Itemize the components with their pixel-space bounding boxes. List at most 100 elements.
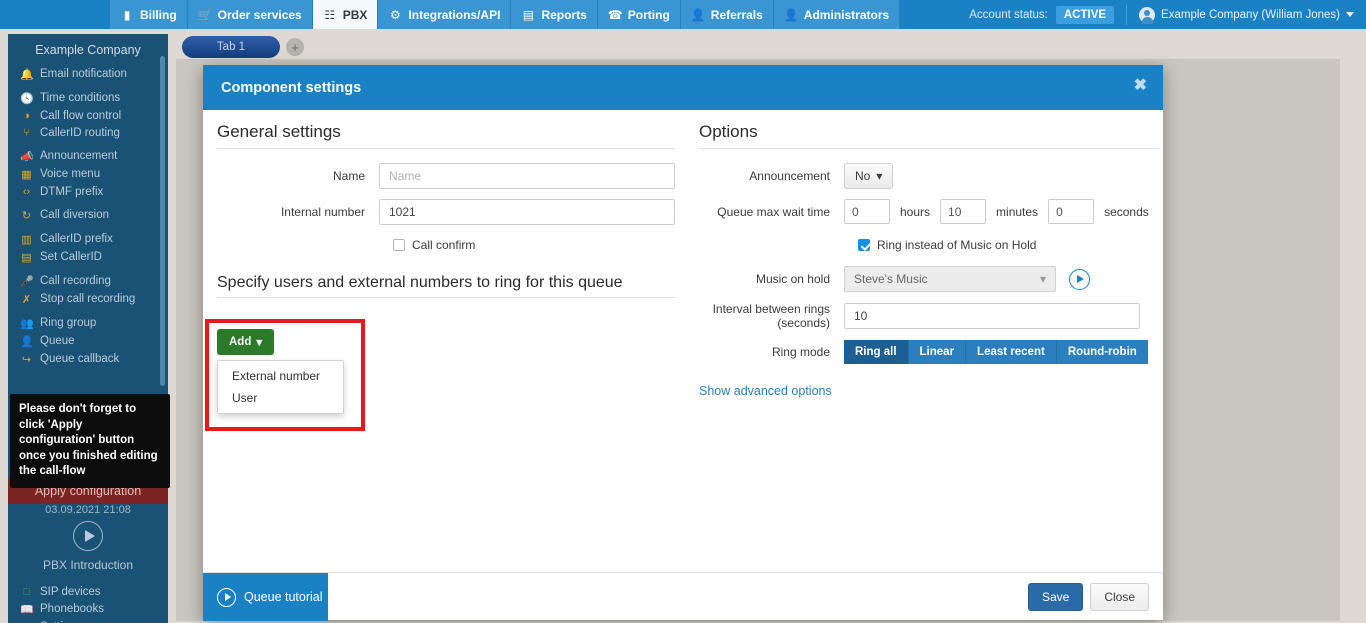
pbx-intro-label: PBX Introduction: [42, 558, 134, 572]
mic-off-icon: ✗: [21, 293, 32, 306]
sidebar-company-title: Example Company: [35, 43, 141, 57]
chevron-down-icon: ▾: [876, 169, 883, 183]
internal-number-input[interactable]: [379, 199, 675, 225]
add-menu-item-external-number[interactable]: External number: [218, 365, 343, 387]
show-advanced-options-link[interactable]: Show advanced options: [699, 384, 1159, 398]
sidebar-item-queue[interactable]: 👤 Queue: [8, 332, 168, 350]
top-nav-tab-integrations-api[interactable]: ⚙ Integrations/API: [378, 0, 512, 29]
music-on-hold-play-button[interactable]: [1069, 268, 1090, 290]
queue-wait-seconds-input[interactable]: [1048, 199, 1095, 224]
sidebar-item-ring-group[interactable]: 👥 Ring group: [8, 314, 168, 332]
sidebar-item-callerid-prefix[interactable]: ▥ CallerID prefix: [8, 230, 168, 248]
report-icon: ▤: [522, 7, 535, 22]
sidebar-item-call-flow-control[interactable]: ◑ Call flow control: [8, 107, 168, 124]
sidebar-item-phonebooks[interactable]: 📖 Phonebooks: [8, 600, 168, 618]
music-on-hold-select[interactable]: Steve's Music ▾: [844, 266, 1056, 292]
add-button-label: Add: [229, 336, 252, 348]
sidebar-item-announcement[interactable]: 📣 Announcement: [8, 147, 168, 165]
ring-instead-row[interactable]: Ring instead of Music on Hold: [858, 238, 1159, 252]
dialog-header: Component settings ✖: [203, 65, 1163, 110]
sidebar-item-set-callerid[interactable]: ▤ Set CallerID: [8, 248, 168, 266]
close-button[interactable]: Close: [1090, 583, 1149, 611]
specify-users-heading: Specify users and external numbers to ri…: [217, 274, 675, 298]
account-status-badge: ACTIVE: [1055, 5, 1115, 24]
sidebar-item-settings[interactable]: ⚙Settings: [8, 618, 168, 623]
top-nav-tab-porting[interactable]: ☎ Porting: [597, 0, 681, 29]
sidebar-item-call-diversion[interactable]: ↻ Call diversion: [8, 206, 168, 224]
ring-mode-ring-all[interactable]: Ring all: [844, 340, 909, 364]
sidebar-item-label: Call recording: [40, 275, 111, 287]
hours-unit-label: hours: [900, 204, 931, 219]
dialog-footer: Queue tutorial Save Close: [203, 572, 1163, 621]
top-nav-tab-label: PBX: [342, 7, 368, 22]
ring-instead-checkbox[interactable]: [858, 239, 870, 251]
add-button[interactable]: Add ▾: [217, 329, 275, 355]
cart-icon: 🛒: [197, 7, 213, 22]
announcement-dropdown[interactable]: No ▾: [844, 163, 894, 189]
queue-max-wait-row: Queue max wait time hours minutes second…: [699, 199, 1159, 224]
top-nav-tab-administrators[interactable]: 👤 Administrators: [773, 0, 901, 29]
avatar-icon: [1139, 6, 1156, 24]
workspace-tab-strip: Tab 1 +: [176, 33, 1338, 59]
save-button[interactable]: Save: [1027, 583, 1084, 611]
interval-between-rings-input[interactable]: [844, 303, 1140, 329]
queue-wait-minutes-input[interactable]: [940, 199, 987, 224]
sidebar-item-sip-devices[interactable]: □ SIP devices: [8, 583, 168, 600]
queue-tutorial-button[interactable]: Queue tutorial: [203, 573, 328, 621]
ring-mode-round-robin[interactable]: Round-robin: [1056, 340, 1148, 364]
interval-label-line-1: Interval between rings: [712, 302, 830, 316]
top-nav-tab-referrals[interactable]: 👤 Referrals: [680, 0, 774, 29]
add-tab-button[interactable]: +: [286, 38, 304, 56]
microphone-icon: 🎤: [20, 275, 34, 288]
top-nav-tab-pbx[interactable]: ☷ PBX: [312, 0, 379, 29]
sidebar-item-email-notification[interactable]: 🔔 Email notification: [8, 65, 168, 83]
top-nav-tab-reports[interactable]: ▤ Reports: [511, 0, 598, 29]
sidebar-item-voice-menu[interactable]: ▦ Voice menu: [8, 165, 168, 183]
add-dropdown-menu: External number User: [217, 360, 344, 414]
music-on-hold-label: Music on hold: [755, 272, 830, 286]
close-icon[interactable]: ✖: [1134, 78, 1147, 94]
announcement-row: Announcement No ▾: [699, 163, 1159, 189]
sidebar-item-callerid-routing[interactable]: ⑂ CallerID routing: [8, 124, 168, 141]
sidebar-item-dtmf-prefix[interactable]: ‹› DTMF prefix: [8, 183, 168, 200]
sidebar-item-label: CallerID prefix: [40, 233, 113, 245]
tooltip-arrow-icon: [84, 472, 100, 481]
sidebar-item-call-recording[interactable]: 🎤 Call recording: [8, 272, 168, 290]
options-heading: Options: [699, 122, 1159, 149]
sidebar-bottom-item-list: □ SIP devices 📖 Phonebooks ⚙Settings: [8, 583, 168, 623]
user-account-menu[interactable]: Example Company (William Jones): [1139, 6, 1354, 24]
pbx-icon: ☷: [324, 7, 336, 22]
sidebar-item-queue-callback[interactable]: ↪ Queue callback: [8, 350, 168, 368]
sidebar-item-label: Queue callback: [40, 353, 120, 365]
top-nav-tab-order-services[interactable]: 🛒 Order services: [187, 0, 313, 29]
share-icon: ↪: [21, 353, 32, 366]
ring-mode-linear[interactable]: Linear: [908, 340, 967, 364]
sidebar-item-time-conditions[interactable]: 🕓 Time conditions: [8, 89, 168, 107]
call-confirm-label: Call confirm: [412, 238, 476, 252]
ring-mode-least-recent[interactable]: Least recent: [966, 340, 1057, 364]
call-confirm-row[interactable]: Call confirm: [393, 238, 675, 252]
announcement-value: No: [855, 169, 871, 183]
top-nav-tab-label: Reports: [541, 7, 587, 22]
sidebar-item-stop-call-recording[interactable]: ✗ Stop call recording: [8, 290, 168, 308]
apply-configuration-timestamp: 03.09.2021 21:08: [45, 504, 131, 516]
call-confirm-checkbox[interactable]: [393, 239, 405, 251]
interval-between-rings-label: Interval between rings (seconds): [699, 302, 844, 330]
queue-max-wait-label: Queue max wait time: [717, 204, 830, 219]
top-nav-tab-label: Order services: [217, 7, 302, 22]
sidebar-item-label: Announcement: [40, 150, 118, 162]
users-icon: 👥: [20, 317, 34, 330]
admin-icon: 👤: [783, 7, 799, 22]
dialog-footer-actions: Save Close: [1027, 583, 1149, 611]
pbx-intro-play-button[interactable]: [73, 521, 103, 551]
workspace-tab-1[interactable]: Tab 1: [182, 36, 280, 58]
add-menu-item-user[interactable]: User: [218, 387, 343, 409]
sidebar-scrollbar[interactable]: [160, 56, 165, 386]
queue-wait-hours-input[interactable]: [844, 199, 890, 224]
monitor-icon: □: [23, 585, 30, 598]
sidebar-item-label: Queue: [40, 335, 75, 347]
name-input[interactable]: [379, 163, 675, 189]
component-settings-dialog: Component settings ✖ General settings Na…: [203, 65, 1163, 621]
sidebar-item-label: Email notification: [40, 68, 127, 80]
top-nav-tab-billing[interactable]: ▮ Billing: [110, 0, 188, 29]
